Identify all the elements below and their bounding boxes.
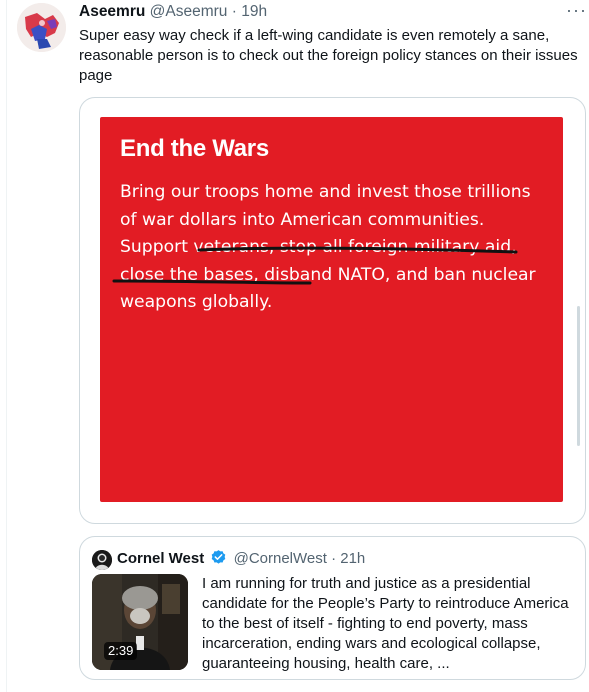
tweet-text: Super easy way check if a left-wing cand… — [79, 27, 578, 84]
image-heading: End the Wars — [120, 135, 269, 162]
scrollbar[interactable] — [577, 306, 580, 446]
end-the-wars-image: End the Wars Bring our troops home and i… — [100, 117, 563, 502]
more-icon[interactable]: ··· — [566, 0, 587, 21]
image-body-text: Bring our troops home and invest those t… — [120, 179, 550, 317]
video-duration: 2:39 — [104, 642, 138, 660]
quote-separator-dot: · — [331, 550, 337, 567]
quote-avatar[interactable] — [92, 550, 112, 570]
author-handle[interactable]: @Aseemru — [150, 3, 228, 20]
author-name[interactable]: Aseemru — [79, 3, 145, 20]
quote-tweet[interactable]: Cornel West @CornelWest · 21h 2:39 I am … — [79, 536, 586, 680]
tweet-timestamp[interactable]: 19h — [241, 3, 267, 20]
quote-timestamp[interactable]: 21h — [340, 550, 365, 567]
quote-text: I am running for truth and justice as a … — [202, 575, 569, 672]
media-attachment[interactable]: End the Wars Bring our troops home and i… — [79, 97, 586, 524]
tweet-header: Aseemru @Aseemru · 19h — [79, 2, 267, 22]
quote-author-handle[interactable]: @CornelWest — [234, 550, 327, 567]
avatar[interactable] — [17, 3, 66, 52]
verified-badge-icon — [210, 549, 227, 572]
video-thumbnail[interactable]: 2:39 — [92, 574, 188, 670]
quote-header: Cornel West @CornelWest · 21h — [117, 549, 365, 572]
separator-dot: · — [231, 3, 237, 20]
timeline-divider — [6, 0, 7, 692]
quote-author-name[interactable]: Cornel West — [117, 550, 204, 567]
